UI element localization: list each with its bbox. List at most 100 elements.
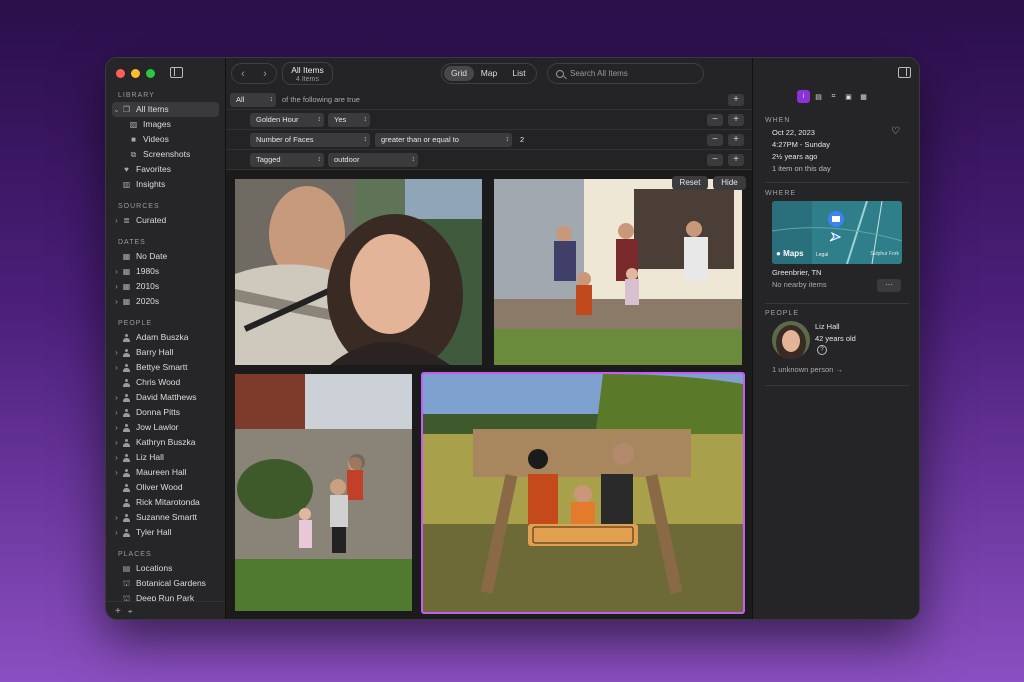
legal-link[interactable]: Legal bbox=[816, 252, 828, 258]
sidebar-item-2020s[interactable]: › ▦ 2020s bbox=[112, 294, 219, 309]
sidebar-item-screenshots[interactable]: ⧉ Screenshots bbox=[112, 147, 219, 162]
sidebar-item-person[interactable]: Adam Buszka bbox=[112, 330, 219, 345]
filter-field-select[interactable]: Number of Faces bbox=[250, 133, 370, 147]
hide-button[interactable]: Hide bbox=[713, 176, 746, 190]
avatar[interactable] bbox=[772, 321, 810, 359]
chevron-right-icon[interactable]: › bbox=[112, 450, 121, 465]
tab-map[interactable]: Map bbox=[474, 66, 504, 81]
add-filter-button[interactable]: + bbox=[728, 94, 744, 106]
filter-field-select[interactable]: Tagged bbox=[250, 153, 324, 167]
sidebar-item-person[interactable]: › Bettye Smartt bbox=[112, 360, 219, 375]
sidebar-toggle-icon[interactable] bbox=[170, 67, 183, 78]
remove-filter-button[interactable]: − bbox=[707, 114, 723, 126]
chevron-right-icon[interactable]: › bbox=[112, 213, 121, 228]
inspector-toggle-icon[interactable] bbox=[898, 67, 911, 78]
place-name: Greenbrier, TN bbox=[772, 268, 822, 277]
sidebar-item-1980s[interactable]: › ▦ 1980s bbox=[112, 264, 219, 279]
tab-grid[interactable]: Grid bbox=[444, 66, 474, 81]
filter-value-select[interactable]: Yes bbox=[328, 113, 370, 127]
document-icon[interactable]: ▤ bbox=[812, 90, 825, 103]
sidebar-item-videos[interactable]: ■ Videos bbox=[112, 132, 219, 147]
face-scan-icon[interactable]: ⌗ bbox=[827, 90, 840, 103]
sidebar-item-person[interactable]: › Liz Hall bbox=[112, 450, 219, 465]
sidebar-item-person[interactable]: Oliver Wood bbox=[112, 480, 219, 495]
sidebar-item-curated[interactable]: › ≣ Curated bbox=[112, 213, 219, 228]
sidebar-item-person[interactable]: › Jow Lawlor bbox=[112, 420, 219, 435]
more-options-button[interactable]: ··· bbox=[877, 279, 901, 292]
photo-porch[interactable] bbox=[494, 179, 742, 365]
add-filter-button[interactable]: + bbox=[728, 154, 744, 166]
chevron-right-icon[interactable]: › bbox=[112, 465, 121, 480]
question-icon[interactable]: ? bbox=[817, 345, 827, 355]
chevron-right-icon[interactable]: › bbox=[112, 294, 121, 309]
photo-selfie[interactable] bbox=[235, 179, 482, 365]
table-icon[interactable]: ▦ bbox=[857, 90, 870, 103]
back-icon[interactable]: ‹ bbox=[241, 68, 245, 80]
sidebar-item-person[interactable]: › Donna Pitts bbox=[112, 405, 219, 420]
minimize-window-button[interactable] bbox=[131, 69, 140, 78]
sidebar-item-label: Oliver Wood bbox=[136, 482, 183, 492]
remove-filter-button[interactable]: − bbox=[707, 154, 723, 166]
sidebar-item-person[interactable]: › Maureen Hall bbox=[112, 465, 219, 480]
forward-icon[interactable]: › bbox=[263, 68, 267, 80]
items-on-day[interactable]: 1 item on this day bbox=[772, 164, 831, 173]
filter-operator-select[interactable]: greater than or equal to bbox=[375, 133, 512, 147]
chevron-right-icon[interactable]: › bbox=[112, 435, 121, 450]
chevron-right-icon[interactable]: › bbox=[112, 390, 121, 405]
chevron-right-icon[interactable]: › bbox=[112, 510, 121, 525]
search-input[interactable]: Search All Items bbox=[547, 63, 704, 84]
add-filter-button[interactable]: + bbox=[728, 134, 744, 146]
filter-row-faces: Number of Faces greater than or equal to… bbox=[226, 130, 752, 150]
chevron-down-icon[interactable]: ⌄ bbox=[112, 102, 121, 117]
sidebar-item-no-date[interactable]: ▦ No Date bbox=[112, 249, 219, 264]
chevron-right-icon[interactable]: › bbox=[112, 264, 121, 279]
favorite-heart-icon[interactable]: ♡ bbox=[891, 126, 900, 137]
chevron-right-icon[interactable]: › bbox=[112, 360, 121, 375]
people-header: PEOPLE bbox=[765, 310, 800, 317]
chevron-right-icon[interactable]: › bbox=[112, 525, 121, 540]
tab-list[interactable]: List bbox=[504, 66, 534, 81]
sidebar-item-images[interactable]: ▨ Images bbox=[112, 117, 219, 132]
filter-value-select[interactable]: outdoor bbox=[328, 153, 418, 167]
sidebar-item-favorites[interactable]: ♥ Favorites bbox=[112, 162, 219, 177]
sidebar-item-all-items[interactable]: ⌄ ❐ All Items bbox=[112, 102, 219, 117]
add-icon[interactable]: + bbox=[115, 606, 121, 617]
close-window-button[interactable] bbox=[116, 69, 125, 78]
info-icon[interactable]: i bbox=[797, 90, 810, 103]
sidebar-item-person[interactable]: › Suzanne Smartt bbox=[112, 510, 219, 525]
match-select[interactable]: All bbox=[230, 93, 276, 107]
filter-row-tagged: Tagged outdoor − + bbox=[226, 150, 752, 170]
sidebar-item-person[interactable]: › Kathryn Buszka bbox=[112, 435, 219, 450]
sidebar-item-person[interactable]: Chris Wood bbox=[112, 375, 219, 390]
sidebar-item-person[interactable]: › Tyler Hall bbox=[112, 525, 219, 540]
filter-value-input[interactable]: 2 bbox=[520, 133, 524, 147]
sidebar-item-botanical-gardens[interactable]: ⛫ Botanical Gardens bbox=[112, 576, 219, 591]
sidebar-item-person[interactable]: Rick Mitarotonda bbox=[112, 495, 219, 510]
photo-corn-maze-selected[interactable] bbox=[421, 372, 745, 614]
people-list: Adam Buszka › Barry Hall › Bettye Smartt Chri… bbox=[106, 330, 225, 540]
photo-garden[interactable] bbox=[235, 374, 412, 611]
remove-filter-button[interactable]: − bbox=[707, 134, 723, 146]
chevron-right-icon[interactable]: › bbox=[112, 420, 121, 435]
chevron-right-icon[interactable]: › bbox=[112, 405, 121, 420]
add-filter-button[interactable]: + bbox=[728, 114, 744, 126]
map-preview[interactable]: ● Maps Legal Sulphur Fork bbox=[772, 201, 902, 264]
reset-button[interactable]: Reset bbox=[672, 176, 708, 190]
sidebar-item-insights[interactable]: ▥ Insights bbox=[112, 177, 219, 192]
person-name[interactable]: Liz Hall bbox=[815, 322, 840, 331]
tag-icon[interactable]: ⌖ bbox=[128, 607, 133, 617]
chevron-right-icon[interactable]: › bbox=[112, 345, 121, 360]
collection-title[interactable]: All Items 4 Items bbox=[282, 62, 333, 85]
sidebar-item-2010s[interactable]: › ▦ 2010s bbox=[112, 279, 219, 294]
sidebar-item-person[interactable]: › Barry Hall bbox=[112, 345, 219, 360]
unknown-person-link[interactable]: 1 unknown person → bbox=[772, 365, 843, 374]
landmark-icon: ⛫ bbox=[122, 594, 131, 601]
crop-icon[interactable]: ▣ bbox=[842, 90, 855, 103]
sidebar-item-person[interactable]: › David Matthews bbox=[112, 390, 219, 405]
zoom-window-button[interactable] bbox=[146, 69, 155, 78]
filter-field-select[interactable]: Golden Hour bbox=[250, 113, 324, 127]
sidebar-item-deep-run-park[interactable]: ⛫ Deep Run Park bbox=[112, 591, 219, 601]
chevron-right-icon[interactable]: › bbox=[112, 279, 121, 294]
sidebar-item-label: Tyler Hall bbox=[136, 527, 172, 537]
sidebar-item-locations[interactable]: ▤ Locations bbox=[112, 561, 219, 576]
